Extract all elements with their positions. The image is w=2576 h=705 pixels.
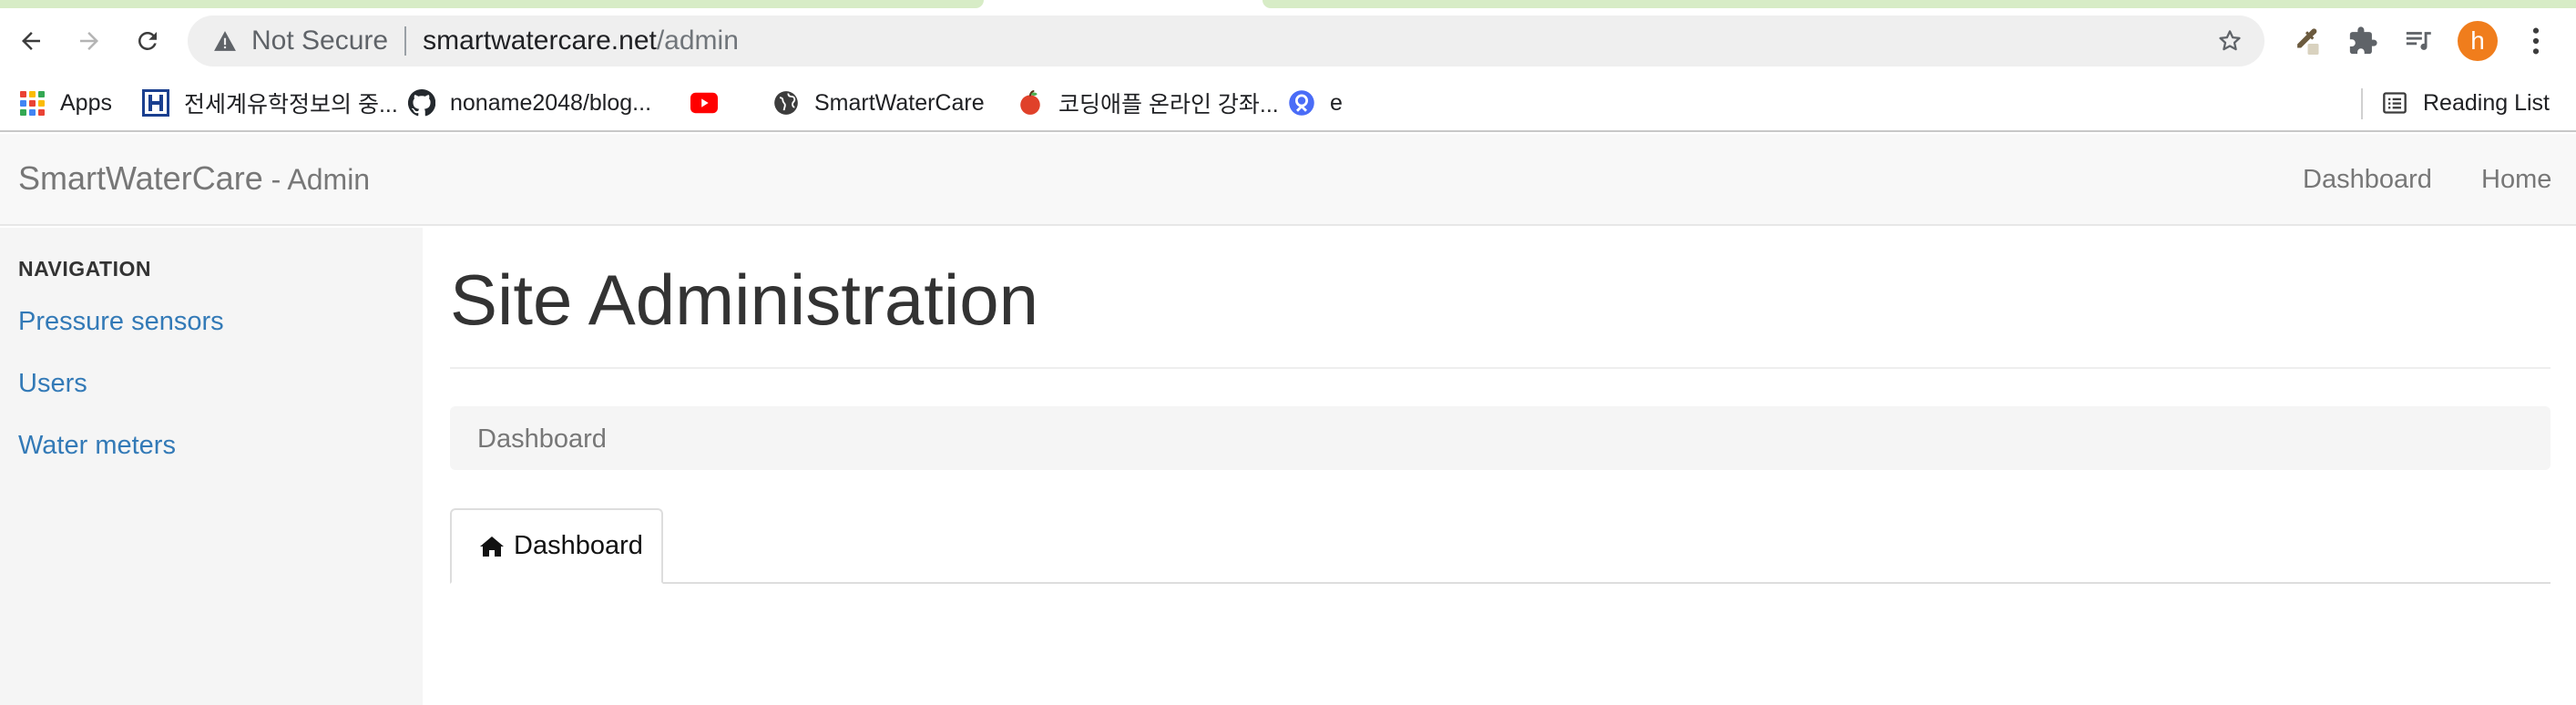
bookmarks-bar: Apps 전세계유학정보의 중... noname2048/blog... Sm… bbox=[0, 76, 2576, 132]
media-control-icon[interactable] bbox=[2397, 19, 2441, 63]
warning-icon[interactable] bbox=[210, 30, 240, 52]
sidebar-item-water-meters[interactable]: Water meters bbox=[18, 431, 176, 461]
forward-button[interactable] bbox=[67, 19, 111, 63]
back-button[interactable] bbox=[9, 19, 53, 63]
apps-grid-icon bbox=[18, 89, 46, 117]
title-divider bbox=[450, 367, 2550, 369]
bookmark-youtube[interactable] bbox=[690, 85, 732, 121]
tab-strip-left bbox=[0, 0, 984, 8]
forward-arrow-icon bbox=[80, 32, 98, 50]
omnibox-separator bbox=[404, 26, 407, 56]
bookmark-label: 코딩애플 온라인 강좌... bbox=[1058, 92, 1279, 118]
browser-menu-icon[interactable] bbox=[2514, 19, 2558, 63]
bookmark-label: e bbox=[1330, 89, 1343, 116]
youtube-icon bbox=[690, 89, 718, 117]
bookmark-apps[interactable]: Apps bbox=[18, 85, 112, 121]
brand-suffix: - Admin bbox=[262, 163, 371, 196]
apple-icon bbox=[1017, 89, 1044, 117]
breadcrumb: Dashboard bbox=[450, 406, 2550, 470]
page-title: Site Administration bbox=[450, 260, 1038, 340]
bookmark-study-abroad[interactable]: 전세계유학정보의 중... bbox=[142, 85, 398, 121]
bookmark-star-icon[interactable] bbox=[2212, 23, 2248, 59]
reading-list-icon bbox=[2381, 89, 2408, 117]
reading-list-button[interactable]: Reading List bbox=[2381, 85, 2550, 121]
extensions-puzzle-icon[interactable] bbox=[2341, 19, 2385, 63]
bookmark-github-blog[interactable]: noname2048/blog... bbox=[408, 85, 651, 121]
eyedropper-extension-icon[interactable] bbox=[2285, 19, 2328, 63]
admin-navbar: SmartWaterCare - Admin Dashboard Home bbox=[0, 134, 2576, 226]
bookmark-label: noname2048/blog... bbox=[450, 89, 652, 116]
tab-strip-right bbox=[1262, 0, 2576, 8]
navbar-brand[interactable]: SmartWaterCare - Admin bbox=[18, 159, 370, 198]
url-host[interactable]: smartwatercare.net bbox=[423, 26, 657, 56]
bookmark-codingapple[interactable]: 코딩애플 온라인 강좌... bbox=[1017, 85, 1279, 121]
home-icon bbox=[479, 534, 505, 559]
e-app-icon bbox=[1288, 89, 1315, 117]
sidebar-item-pressure-sensors[interactable]: Pressure sensors bbox=[18, 307, 224, 337]
browser-toolbar: Not Secure smartwatercare.net/admin h bbox=[0, 8, 2576, 76]
h-logo-icon bbox=[142, 89, 169, 117]
bookmark-label: 전세계유학정보의 중... bbox=[184, 92, 398, 118]
bookmarks-divider bbox=[2361, 88, 2363, 119]
reading-list-label: Reading List bbox=[2423, 89, 2550, 116]
navbar-link-home[interactable]: Home bbox=[2481, 165, 2551, 195]
profile-initial: h bbox=[2458, 21, 2498, 61]
profile-avatar[interactable]: h bbox=[2456, 19, 2499, 63]
brand-name: SmartWaterCare bbox=[18, 159, 263, 197]
back-arrow-icon bbox=[22, 32, 40, 50]
url-path[interactable]: /admin bbox=[657, 26, 739, 56]
bookmark-smartwatercare[interactable]: SmartWaterCare bbox=[772, 85, 985, 121]
security-label[interactable]: Not Secure bbox=[251, 26, 388, 56]
address-bar[interactable]: Not Secure smartwatercare.net/admin bbox=[188, 15, 2264, 66]
bookmark-label: Apps bbox=[60, 89, 112, 116]
reload-icon bbox=[138, 31, 157, 50]
github-icon bbox=[408, 89, 435, 117]
breadcrumb-item: Dashboard bbox=[477, 424, 607, 454]
sidebar-item-users[interactable]: Users bbox=[18, 369, 87, 399]
bookmark-label: SmartWaterCare bbox=[814, 89, 985, 116]
reload-button[interactable] bbox=[126, 19, 169, 63]
tab-strip bbox=[0, 0, 2576, 8]
tabs-baseline bbox=[450, 582, 2550, 584]
tab-label: Dashboard bbox=[514, 531, 643, 560]
main-content: Site Administration Dashboard Dashboard bbox=[423, 228, 2576, 705]
sidebar: NAVIGATION Pressure sensors Users Water … bbox=[0, 228, 423, 705]
globe-icon bbox=[772, 89, 800, 117]
navbar-link-dashboard[interactable]: Dashboard bbox=[2303, 165, 2432, 195]
sidebar-header: NAVIGATION bbox=[18, 257, 151, 281]
bookmark-e[interactable]: e bbox=[1288, 85, 1343, 121]
tab-dashboard[interactable]: Dashboard bbox=[450, 508, 663, 584]
